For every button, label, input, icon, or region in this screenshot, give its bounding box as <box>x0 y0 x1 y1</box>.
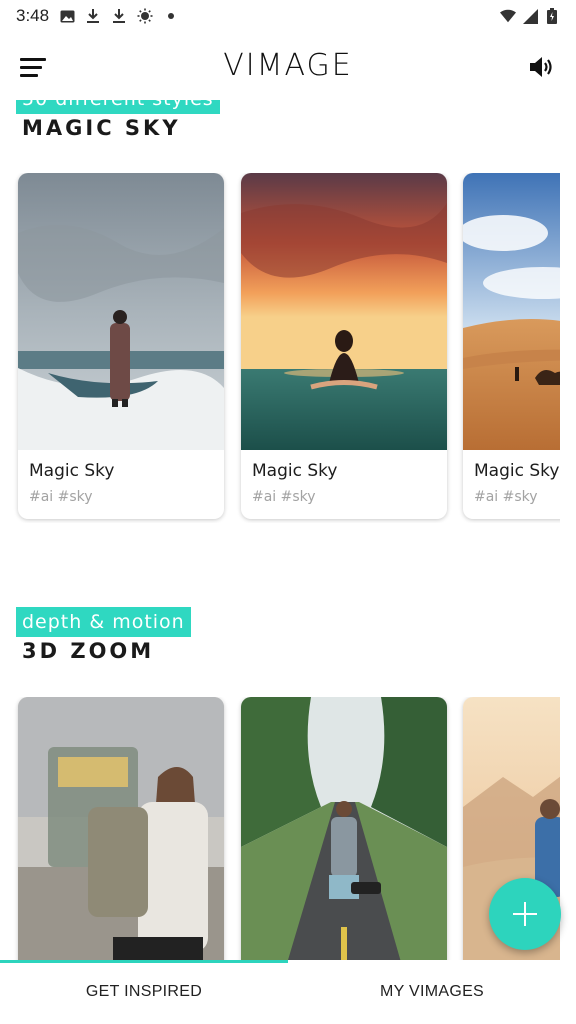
app-logo: VIMAGE <box>223 48 353 83</box>
dot-icon <box>163 8 179 24</box>
download-icon <box>111 8 127 24</box>
card-title: Magic Sky <box>474 461 560 481</box>
tab-get-inspired[interactable]: GET INSPIRED <box>0 960 288 1024</box>
status-time: 3:48 <box>16 6 50 25</box>
style-card[interactable]: Magic Sky #ai #sky <box>463 173 560 519</box>
style-card[interactable] <box>18 697 224 960</box>
add-button[interactable] <box>489 878 561 950</box>
section-title: 3D ZOOM <box>22 639 155 663</box>
section-tagline: depth & motion <box>16 607 191 637</box>
download-icon <box>85 8 101 24</box>
card-carousel[interactable]: Magic Sky #ai #sky Magic Sky #ai #sky Ma… <box>0 173 560 523</box>
bottom-nav: GET INSPIRED MY VIMAGES <box>0 960 576 1024</box>
card-tags: #ai #sky <box>474 489 538 505</box>
card-carousel[interactable] <box>0 697 560 960</box>
image-icon <box>59 8 75 24</box>
status-bar: 3:48 <box>0 0 576 32</box>
status-right <box>500 8 560 24</box>
card-thumbnail <box>18 697 224 960</box>
brightness-icon <box>137 8 153 24</box>
feed[interactable]: 50 different styles MAGIC SKY <box>0 100 576 960</box>
card-thumbnail <box>241 697 447 960</box>
volume-icon[interactable] <box>528 52 556 82</box>
style-card[interactable]: Magic Sky #ai #sky <box>241 173 447 519</box>
card-title: Magic Sky <box>29 461 115 481</box>
battery-icon <box>544 8 560 24</box>
signal-icon <box>522 8 538 24</box>
style-card[interactable]: Magic Sky #ai #sky <box>18 173 224 519</box>
wifi-icon <box>500 8 516 24</box>
status-left: 3:48 <box>16 6 179 26</box>
card-title: Magic Sky <box>252 461 338 481</box>
plus-icon <box>513 902 537 926</box>
card-tags: #ai #sky <box>252 489 316 505</box>
card-thumbnail <box>241 173 447 450</box>
card-thumbnail <box>463 173 560 450</box>
card-tags: #ai #sky <box>29 489 93 505</box>
style-card[interactable] <box>241 697 447 960</box>
tab-my-vimages[interactable]: MY VIMAGES <box>288 960 576 1024</box>
app-bar: VIMAGE <box>0 36 576 100</box>
section-tagline: 50 different styles <box>16 100 220 114</box>
section-title: MAGIC SKY <box>22 116 181 140</box>
card-thumbnail <box>18 173 224 450</box>
